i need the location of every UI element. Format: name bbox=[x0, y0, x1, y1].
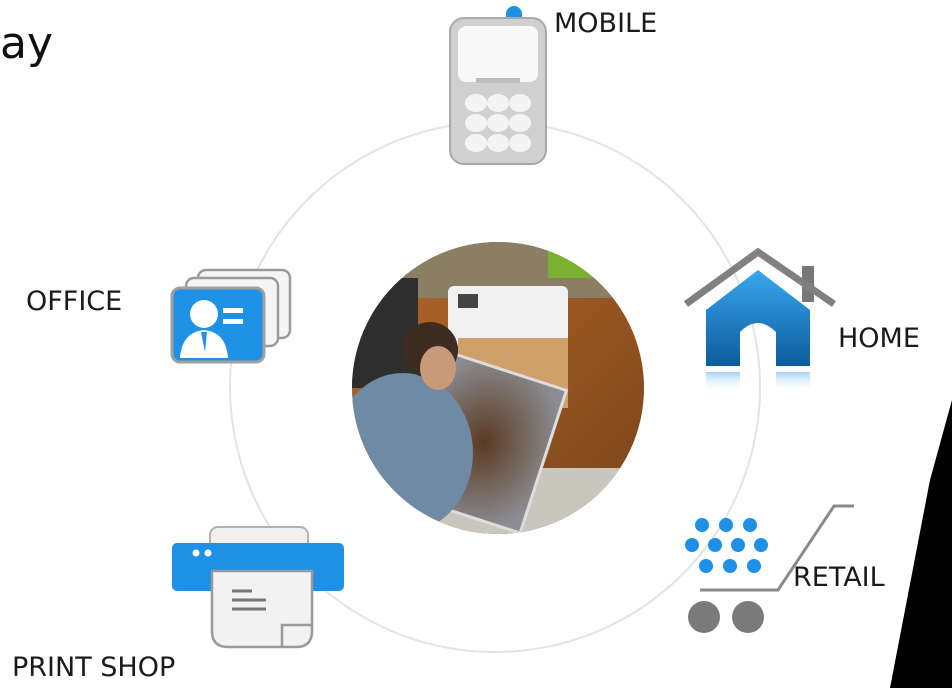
person-with-printer-photo-icon bbox=[348, 238, 648, 538]
printer-icon bbox=[170, 525, 350, 655]
office-label: OFFICE bbox=[26, 286, 123, 317]
mobile-phone-icon bbox=[448, 6, 548, 166]
mobile-label: MOBILE bbox=[554, 8, 658, 39]
corner-decoration bbox=[890, 400, 952, 688]
print-shop-label: PRINT SHOP bbox=[12, 652, 176, 683]
retail-label: RETAIL bbox=[793, 562, 885, 593]
home-label: HOME bbox=[838, 323, 920, 354]
house-icon bbox=[684, 248, 844, 398]
business-card-icon bbox=[168, 268, 293, 366]
